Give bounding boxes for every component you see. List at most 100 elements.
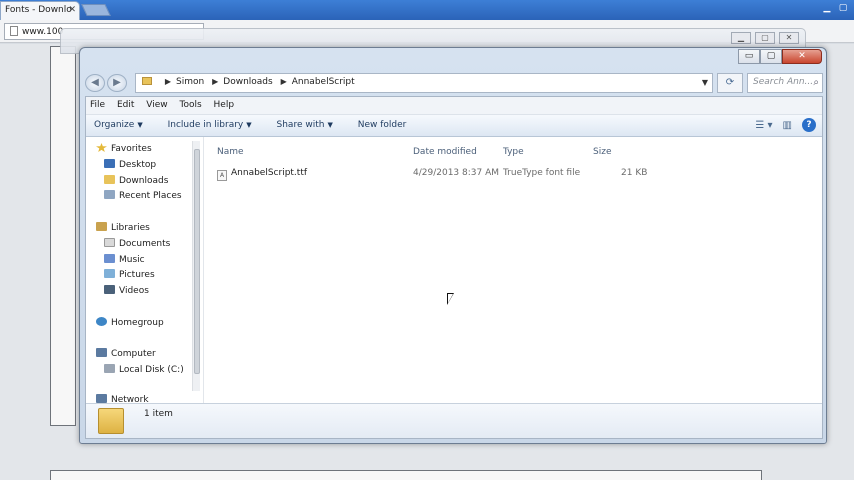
music-icon xyxy=(104,254,115,263)
search-input[interactable]: Search Ann... ⌕ xyxy=(747,73,823,93)
explorer-window: ▭ ▢ ✕ ◀ ▶ ▶ Simon ▶ Downloads ▶ AnnabelScri… xyxy=(79,47,827,444)
documents-icon xyxy=(104,238,115,247)
sidebar-item-label: Documents xyxy=(119,239,171,249)
sidebar-item-network[interactable]: Network xyxy=(96,394,149,403)
sidebar-item-computer[interactable]: Computer xyxy=(96,348,156,359)
sidebar-item-label: Computer xyxy=(111,349,156,359)
breadcrumb-item-downloads[interactable]: Downloads xyxy=(223,77,272,87)
pictures-icon xyxy=(104,269,115,278)
breadcrumb-separator-icon[interactable]: ▶ xyxy=(165,77,171,86)
chevron-down-icon[interactable]: ▼ xyxy=(702,78,708,87)
maximize-button[interactable]: ▢ xyxy=(760,49,782,64)
refresh-icon: ⟳ xyxy=(725,77,735,88)
mouse-cursor-icon xyxy=(447,293,454,305)
breadcrumb-item-simon[interactable]: Simon xyxy=(176,77,204,87)
sidebar-item-label: Desktop xyxy=(119,160,157,170)
breadcrumb[interactable]: ▶ Simon ▶ Downloads ▶ AnnabelScript ▼ xyxy=(135,73,713,93)
column-header-type[interactable]: Type xyxy=(503,147,524,157)
homegroup-icon xyxy=(96,317,107,326)
navigation-scrollbar[interactable] xyxy=(192,141,200,391)
file-name: AnnabelScript.ttf xyxy=(231,168,308,178)
background-window-controls: ▁ ▢ ✕ xyxy=(731,32,799,44)
window-controls: ▭ ▢ ✕ xyxy=(738,49,822,64)
folder-icon xyxy=(142,77,152,85)
browser-minimize-icon[interactable]: ▁ xyxy=(820,2,834,15)
sidebar-item-label: Network xyxy=(111,395,149,403)
refresh-button[interactable]: ⟳ xyxy=(717,73,743,93)
close-button[interactable]: ✕ xyxy=(782,49,822,64)
browser-window-controls: ▁ ▢ xyxy=(820,2,850,15)
sidebar-item-music[interactable]: Music xyxy=(104,254,145,265)
file-name-cell[interactable]: A AnnabelScript.ttf xyxy=(217,168,307,181)
sidebar-item-local-disk[interactable]: Local Disk (C:) xyxy=(104,364,184,375)
navigation-bar: ◀ ▶ ▶ Simon ▶ Downloads ▶ AnnabelScript ▼ ⟳… xyxy=(85,72,823,94)
minimize-icon[interactable]: ▁ xyxy=(731,32,751,44)
table-row[interactable]: A AnnabelScript.ttf 4/29/2013 8:37 AM Tru… xyxy=(205,167,822,181)
chevron-down-icon: ▼ xyxy=(137,121,143,129)
font-file-icon: A xyxy=(217,170,227,181)
preview-pane-icon[interactable]: ▥ xyxy=(783,120,792,131)
downloads-folder-icon xyxy=(104,175,115,184)
desktop-icon xyxy=(104,159,115,168)
menu-help[interactable]: Help xyxy=(214,100,235,110)
folder-icon xyxy=(98,408,124,434)
browser-tab[interactable]: Fonts - Downlo ✕ xyxy=(0,1,80,20)
sidebar-item-downloads[interactable]: Downloads xyxy=(104,175,168,186)
page-panel-bottom xyxy=(50,470,762,480)
chevron-down-icon: ▼ xyxy=(246,121,252,129)
file-size: 21 KB xyxy=(621,168,648,178)
navigation-pane: Favorites Desktop Downloads Recent Place… xyxy=(86,137,204,403)
back-button[interactable]: ◀ xyxy=(85,74,105,92)
sidebar-item-recent-places[interactable]: Recent Places xyxy=(104,190,182,201)
sidebar-item-label: Pictures xyxy=(119,270,155,280)
help-icon[interactable]: ? xyxy=(802,118,816,132)
libraries-icon xyxy=(96,222,107,231)
close-tab-icon[interactable]: ✕ xyxy=(68,5,76,15)
sidebar-item-pictures[interactable]: Pictures xyxy=(104,269,155,280)
close-icon[interactable]: ✕ xyxy=(779,32,799,44)
file-date: 4/29/2013 8:37 AM xyxy=(413,168,500,178)
browser-address-text: www.100 xyxy=(22,27,64,37)
page-icon xyxy=(10,26,18,36)
menu-view[interactable]: View xyxy=(146,100,167,110)
new-tab-button[interactable] xyxy=(81,4,111,16)
breadcrumb-separator-icon[interactable]: ▶ xyxy=(281,77,287,86)
sidebar-item-desktop[interactable]: Desktop xyxy=(104,159,156,170)
new-folder-button[interactable]: New folder xyxy=(358,120,407,130)
sidebar-item-label: Videos xyxy=(119,286,149,296)
column-header-date[interactable]: Date modified xyxy=(413,147,477,157)
sidebar-item-label: Downloads xyxy=(119,176,169,186)
change-view-icon[interactable]: ☰ ▾ xyxy=(755,120,772,131)
breadcrumb-separator-icon[interactable]: ▶ xyxy=(212,77,218,86)
network-icon xyxy=(96,394,107,403)
menu-tools[interactable]: Tools xyxy=(179,100,201,110)
sidebar-item-favorites[interactable]: Favorites xyxy=(96,143,152,154)
view-controls: ☰ ▾ ▥ ? xyxy=(755,118,816,132)
sidebar-item-label: Recent Places xyxy=(119,191,182,201)
forward-button[interactable]: ▶ xyxy=(107,74,127,92)
maximize-icon[interactable]: ▢ xyxy=(755,32,775,44)
menu-file[interactable]: File xyxy=(90,100,105,110)
file-list: Name Date modified Type Size A AnnabelScr… xyxy=(205,137,822,403)
share-with-button[interactable]: Share with ▼ xyxy=(277,120,333,130)
sidebar-item-documents[interactable]: Documents xyxy=(104,238,170,249)
organize-button[interactable]: Organize ▼ xyxy=(94,120,143,130)
browser-maximize-icon[interactable]: ▢ xyxy=(836,2,850,15)
menu-edit[interactable]: Edit xyxy=(117,100,134,110)
include-in-library-label: Include in library xyxy=(167,120,244,130)
share-with-label: Share with xyxy=(276,120,325,130)
scrollbar-thumb[interactable] xyxy=(194,149,200,374)
breadcrumb-item-annabelscript[interactable]: AnnabelScript xyxy=(292,77,355,87)
sidebar-item-label: Local Disk (C:) xyxy=(119,365,184,375)
recent-places-icon xyxy=(104,190,115,199)
page-panel-left xyxy=(50,46,76,426)
sidebar-item-videos[interactable]: Videos xyxy=(104,285,149,296)
search-icon[interactable]: ⌕ xyxy=(813,77,819,88)
minimize-button[interactable]: ▭ xyxy=(738,49,760,64)
sidebar-item-homegroup[interactable]: Homegroup xyxy=(96,317,164,328)
browser-tab-title: Fonts - Downlo xyxy=(5,5,72,15)
column-header-name[interactable]: Name xyxy=(217,147,244,157)
sidebar-item-libraries[interactable]: Libraries xyxy=(96,222,150,233)
include-in-library-button[interactable]: Include in library ▼ xyxy=(168,120,252,130)
column-header-size[interactable]: Size xyxy=(593,147,611,157)
